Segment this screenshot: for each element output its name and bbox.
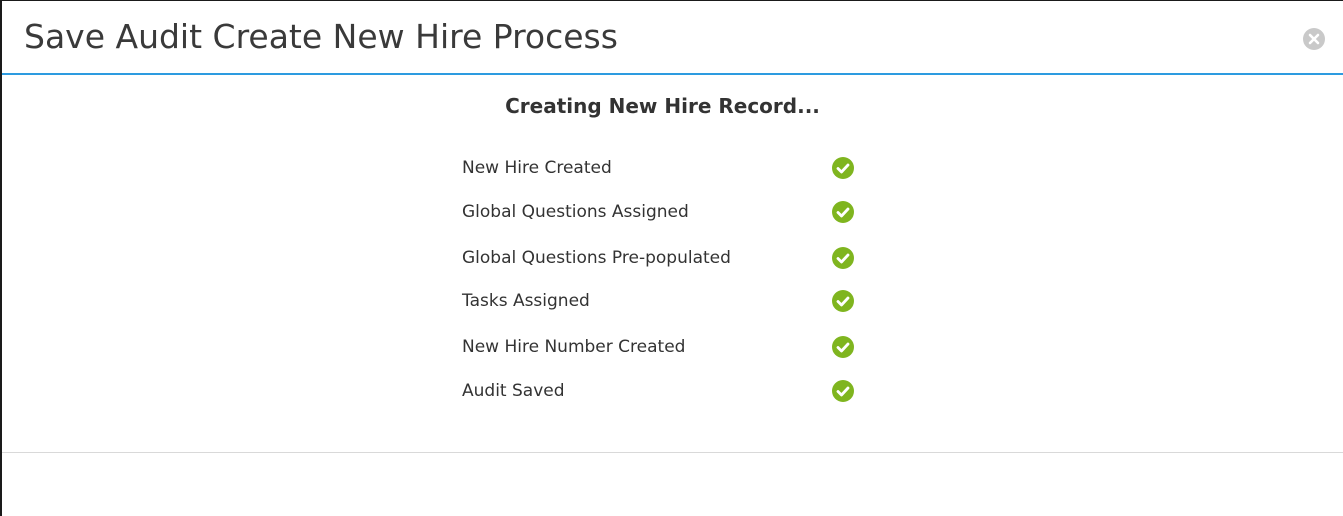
dialog-body: Creating New Hire Record... New Hire Cre… <box>2 75 1343 453</box>
check-circle-icon <box>832 336 854 358</box>
dialog-title: Save Audit Create New Hire Process <box>24 17 618 56</box>
close-button[interactable] <box>1303 28 1325 50</box>
check-circle-icon <box>832 201 854 223</box>
check-circle-icon <box>832 380 854 402</box>
step-label: New Hire Number Created <box>462 337 686 357</box>
save-audit-dialog: Save Audit Create New Hire Process Creat… <box>0 0 1343 516</box>
step-label: Global Questions Assigned <box>462 202 689 222</box>
step-label: Tasks Assigned <box>462 291 590 311</box>
check-circle-icon <box>832 290 854 312</box>
step-label: Global Questions Pre-populated <box>462 248 731 268</box>
dialog-header: Save Audit Create New Hire Process <box>2 1 1343 75</box>
progress-heading: Creating New Hire Record... <box>505 94 820 118</box>
check-circle-icon <box>832 247 854 269</box>
step-label: Audit Saved <box>462 381 565 401</box>
step-label: New Hire Created <box>462 158 612 178</box>
check-circle-icon <box>832 157 854 179</box>
